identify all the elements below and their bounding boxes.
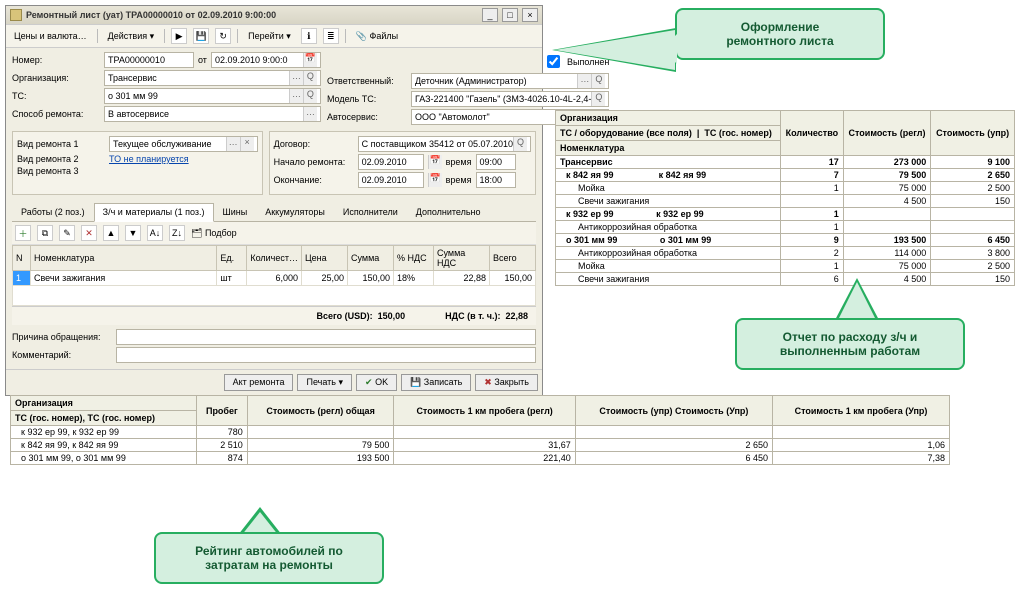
actions-menu[interactable]: Действия ▾ bbox=[104, 30, 158, 43]
tab-works[interactable]: Работы (2 поз.) bbox=[12, 203, 94, 221]
copy-row-icon[interactable]: ⧉ bbox=[37, 225, 53, 241]
add-row-icon[interactable]: ＋ bbox=[15, 225, 31, 241]
sort-za-icon[interactable]: Z↓ bbox=[169, 225, 185, 241]
ts-label: ТС: bbox=[12, 91, 100, 101]
start-label: Начало ремонта: bbox=[274, 157, 354, 167]
prices-menu[interactable]: Цены и валюта… bbox=[10, 30, 91, 42]
save-icon[interactable]: 💾 bbox=[193, 28, 209, 44]
comment-input[interactable] bbox=[116, 347, 536, 363]
model-label: Модель ТС: bbox=[327, 94, 407, 104]
podbor-button[interactable]: 🗂 Подбор bbox=[191, 228, 237, 239]
contract-select[interactable]: С поставщиком 35412 от 05.07.2010Q bbox=[358, 136, 531, 152]
calendar-icon[interactable]: 📅 bbox=[303, 53, 317, 67]
grid-toolbar: ＋ ⧉ ✎ ✕ ▲ ▼ A↓ Z↓ 🗂 Подбор bbox=[12, 222, 536, 245]
sort-az-icon[interactable]: A↓ bbox=[147, 225, 163, 241]
refresh-icon[interactable]: ↻ bbox=[215, 28, 231, 44]
service-label: Автосервис: bbox=[327, 112, 407, 122]
tab-tires[interactable]: Шины bbox=[214, 203, 257, 221]
kind1-select[interactable]: Текущее обслуживание…× bbox=[109, 136, 258, 152]
end-date[interactable]: 02.09.2010 bbox=[358, 172, 424, 188]
cancel-button[interactable]: ✖ Закрыть bbox=[475, 374, 538, 391]
tabs: Работы (2 поз.) З/ч и материалы (1 поз.)… bbox=[12, 203, 536, 222]
ts-select[interactable]: о 301 мм 99…Q bbox=[104, 88, 321, 104]
bottom-toolbar: Акт ремонта Печать ▾ ✔ OK 💾 Записать ✖ З… bbox=[6, 369, 542, 395]
maximize-button[interactable]: □ bbox=[502, 8, 518, 22]
date-input[interactable]: 02.09.2010 9:00:0📅 bbox=[211, 52, 321, 68]
save-button[interactable]: 💾 Записать bbox=[401, 374, 471, 391]
totals-row: Всего (USD): 150,00 НДС (в т. ч.): 22,88 bbox=[12, 306, 536, 325]
minimize-button[interactable]: _ bbox=[482, 8, 498, 22]
from-label: от bbox=[198, 55, 207, 65]
form-body: Номер: ТРА00000010 от 02.09.2010 9:00:0📅… bbox=[6, 48, 542, 369]
close-button[interactable]: × bbox=[522, 8, 538, 22]
parts-report: ОрганизацияКоличествоСтоимость (регл)Сто… bbox=[555, 110, 1015, 286]
delete-row-icon[interactable]: ✕ bbox=[81, 225, 97, 241]
go-menu[interactable]: Перейти ▾ bbox=[244, 30, 295, 43]
move-up-icon[interactable]: ▲ bbox=[103, 225, 119, 241]
parts-grid[interactable]: N Номенклатура Ед. Количест… Цена Сумма … bbox=[12, 245, 536, 306]
start-date[interactable]: 02.09.2010 bbox=[358, 154, 424, 170]
resp-select[interactable]: Деточник (Администратор)…Q bbox=[411, 73, 609, 89]
comment-label: Комментарий: bbox=[12, 350, 112, 360]
table-row[interactable]: 1 Свечи зажигания шт 6,000 25,00 150,00 … bbox=[13, 271, 536, 286]
start-time[interactable]: 09:00 bbox=[476, 154, 516, 170]
resp-label: Ответственный: bbox=[327, 76, 407, 86]
org-label: Организация: bbox=[12, 73, 100, 83]
tab-batt[interactable]: Аккумуляторы bbox=[256, 203, 334, 221]
titlebar[interactable]: Ремонтный лист (уат) ТРА00000010 от 02.0… bbox=[6, 6, 542, 24]
end-time[interactable]: 18:00 bbox=[476, 172, 516, 188]
edit-row-icon[interactable]: ✎ bbox=[59, 225, 75, 241]
callout-1: Оформлениеремонтного листа bbox=[675, 8, 885, 60]
callout-2: Отчет по расходу з/ч ивыполненным работа… bbox=[735, 318, 965, 370]
calendar-icon[interactable]: 📅 bbox=[428, 155, 442, 169]
main-toolbar: Цены и валюта… Действия ▾ ▶ 💾 ↻ Перейти … bbox=[6, 24, 542, 48]
kind2-label: Вид ремонта 2 bbox=[17, 154, 105, 164]
calendar-icon[interactable]: 📅 bbox=[428, 173, 442, 187]
to-link[interactable]: ТО не планируется bbox=[109, 154, 189, 164]
dates-group: Договор: С поставщиком 35412 от 05.07.201… bbox=[269, 131, 536, 195]
number-label: Номер: bbox=[12, 55, 100, 65]
number-input[interactable]: ТРА00000010 bbox=[104, 52, 194, 68]
run-icon[interactable]: ▶ bbox=[171, 28, 187, 44]
model-select[interactable]: ГАЗ-221400 "Газель" (ЗМЗ-4026.10-4L-2,4-… bbox=[411, 91, 609, 107]
reason-label: Причина обращения: bbox=[12, 332, 112, 342]
template-icon[interactable]: ≣ bbox=[323, 28, 339, 44]
reason-input[interactable] bbox=[116, 329, 536, 345]
contract-label: Договор: bbox=[274, 139, 354, 149]
move-down-icon[interactable]: ▼ bbox=[125, 225, 141, 241]
window-title: Ремонтный лист (уат) ТРА00000010 от 02.0… bbox=[26, 10, 478, 20]
kind1-label: Вид ремонта 1 bbox=[17, 139, 105, 149]
files-menu[interactable]: 📎 Файлы bbox=[352, 30, 402, 43]
act-button[interactable]: Акт ремонта bbox=[224, 374, 294, 391]
ok-button[interactable]: ✔ OK bbox=[356, 374, 397, 391]
end-label: Окончание: bbox=[274, 175, 354, 185]
tab-perf[interactable]: Исполнители bbox=[334, 203, 407, 221]
rating-report: Организация Пробег Стоимость (регл) обща… bbox=[10, 395, 950, 465]
tab-parts[interactable]: З/ч и материалы (1 поз.) bbox=[94, 203, 214, 222]
repair-kind-group: Вид ремонта 1 Текущее обслуживание…× Вид … bbox=[12, 131, 263, 195]
callout-3: Рейтинг автомобилей позатратам на ремонт… bbox=[154, 532, 384, 584]
info-icon[interactable]: ℹ bbox=[301, 28, 317, 44]
method-label: Способ ремонта: bbox=[12, 109, 100, 119]
method-select[interactable]: В автосервисе… bbox=[104, 106, 321, 122]
kind3-label: Вид ремонта 3 bbox=[17, 166, 105, 176]
org-select[interactable]: Трансервис…Q bbox=[104, 70, 321, 86]
window-icon bbox=[10, 9, 22, 21]
repair-sheet-window: Ремонтный лист (уат) ТРА00000010 от 02.0… bbox=[5, 5, 543, 396]
tab-extra[interactable]: Дополнительно bbox=[407, 203, 490, 221]
print-button[interactable]: Печать ▾ bbox=[297, 374, 352, 391]
